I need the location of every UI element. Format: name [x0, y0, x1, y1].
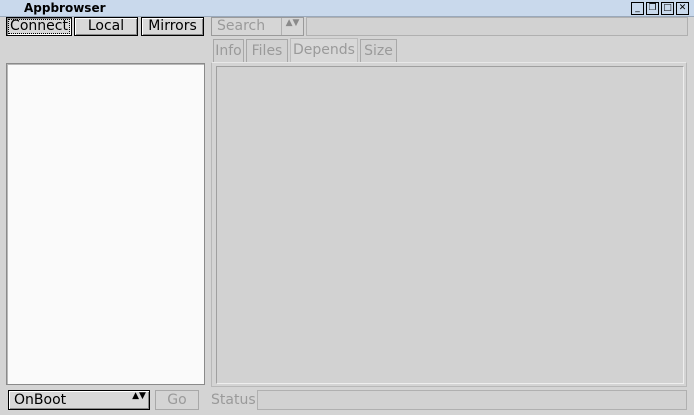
close-button[interactable]: ✕: [676, 2, 689, 15]
onboot-select-value: OnBoot: [14, 392, 67, 408]
maximize-icon: □: [663, 3, 672, 13]
tab-content-area: [216, 66, 684, 384]
window-title: Appbrowser: [24, 1, 106, 15]
restore-icon: ❐: [648, 3, 657, 13]
combo-arrows-icon: ▲▼: [281, 18, 303, 35]
combo-arrows-icon: ▲▼: [132, 391, 146, 401]
status-label: Status: [211, 392, 256, 408]
minimize-button[interactable]: _: [631, 2, 644, 15]
mirrors-button[interactable]: Mirrors: [141, 17, 204, 36]
connect-button[interactable]: Connect: [6, 17, 72, 36]
search-combo[interactable]: Search ▲▼: [211, 17, 304, 36]
tab-content-frame: [211, 62, 687, 387]
search-input[interactable]: [306, 17, 688, 36]
tab-info[interactable]: Info: [213, 39, 244, 62]
package-list[interactable]: [6, 63, 205, 385]
search-combo-value: Search: [217, 18, 266, 34]
go-button[interactable]: Go: [155, 390, 199, 410]
local-button[interactable]: Local: [74, 17, 138, 36]
minimize-icon: _: [635, 3, 640, 13]
maximize-button[interactable]: □: [661, 2, 674, 15]
close-icon: ✕: [678, 3, 687, 13]
tab-depends[interactable]: Depends: [290, 38, 358, 62]
onboot-select[interactable]: OnBoot ▲▼: [8, 390, 150, 410]
tab-size[interactable]: Size: [360, 39, 397, 62]
status-field: [257, 390, 687, 410]
tab-files[interactable]: Files: [246, 39, 288, 62]
restore-button[interactable]: ❐: [646, 2, 659, 15]
